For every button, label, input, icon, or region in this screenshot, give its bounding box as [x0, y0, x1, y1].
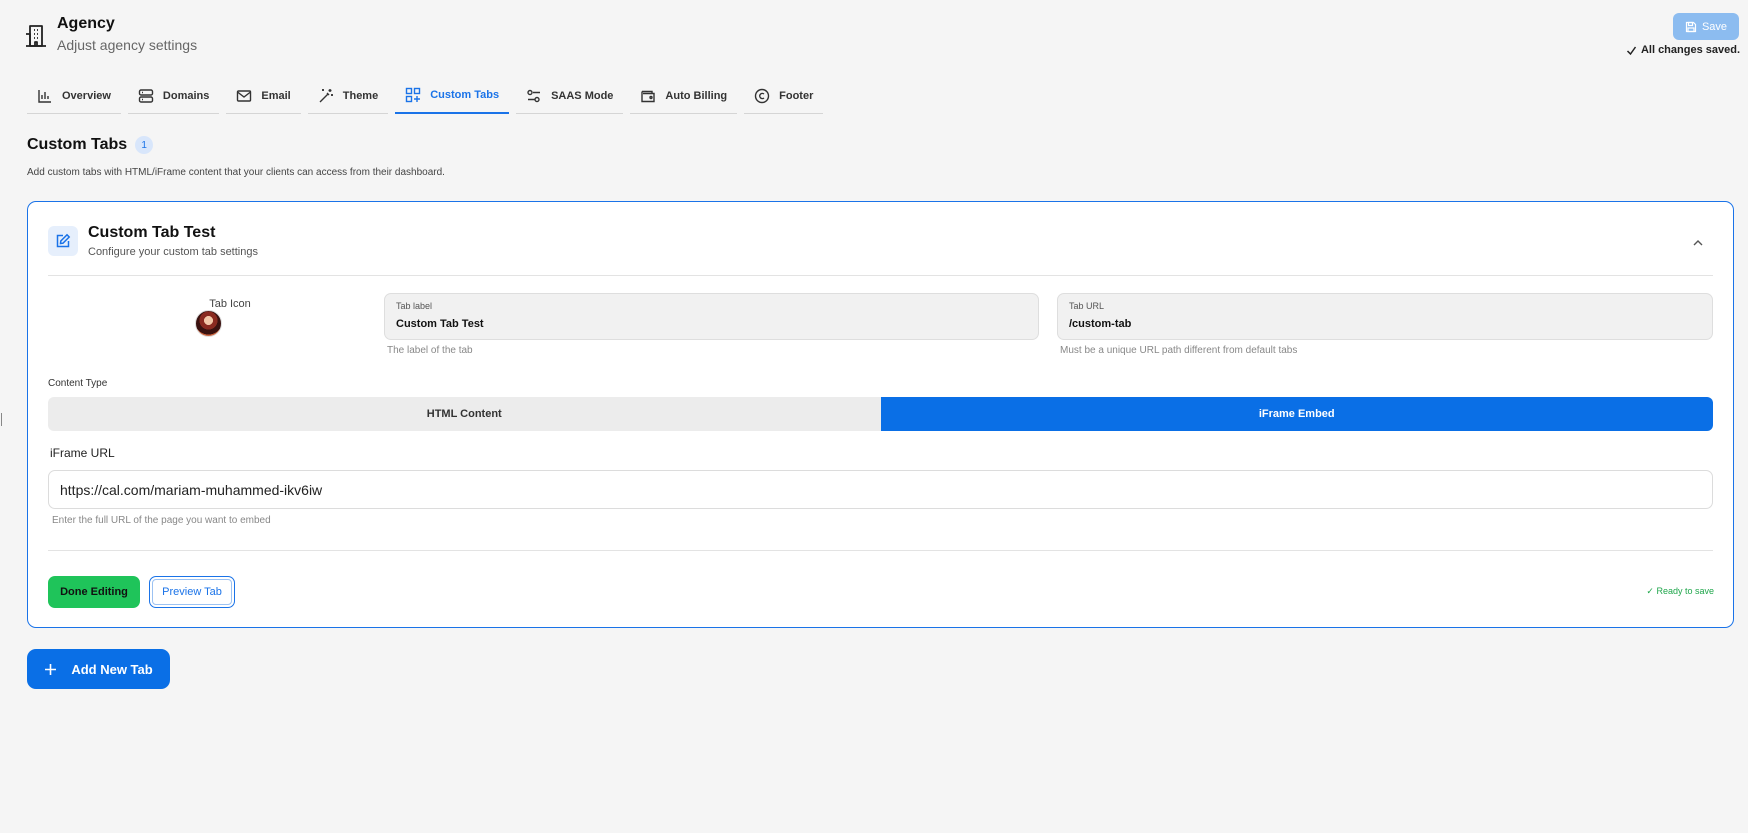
- tab-label: SAAS Mode: [551, 89, 614, 102]
- custom-tab-card: Custom Tab Test Configure your custom ta…: [27, 201, 1734, 628]
- settings-tabs: Overview Domains Email Theme Custom Tabs…: [27, 78, 824, 114]
- tab-custom-tabs[interactable]: Custom Tabs: [395, 78, 510, 114]
- iframe-url-helper: Enter the full URL of the page you want …: [52, 515, 271, 526]
- plus-icon: [44, 663, 57, 676]
- wallet-icon: [640, 88, 656, 104]
- content-type-selector: HTML Content iFrame Embed: [48, 397, 1713, 431]
- save-button[interactable]: Save: [1673, 13, 1739, 40]
- edit-icon: [48, 226, 78, 256]
- tab-icon-avatar[interactable]: [195, 310, 222, 337]
- iframe-url-label: iFrame URL: [50, 446, 115, 460]
- chevron-up-icon[interactable]: [1691, 236, 1705, 250]
- iframe-embed-option[interactable]: iFrame Embed: [880, 397, 1713, 431]
- tab-saas-mode[interactable]: SAAS Mode: [516, 78, 624, 114]
- tab-label: Overview: [62, 89, 111, 102]
- tab-label: Auto Billing: [665, 89, 728, 102]
- resize-handle[interactable]: [1, 413, 2, 426]
- save-button-label: Save: [1701, 20, 1728, 33]
- floppy-disk-icon: [1685, 21, 1697, 33]
- divider: [48, 275, 1713, 276]
- card-title: Custom Tab Test: [88, 224, 216, 241]
- tab-footer[interactable]: Footer: [744, 78, 824, 114]
- tab-label: Footer: [779, 89, 814, 102]
- tab-url-field[interactable]: Tab URL /custom-tab: [1057, 293, 1713, 340]
- bar-chart-icon: [37, 88, 53, 104]
- tab-domains[interactable]: Domains: [127, 78, 220, 114]
- page-subtitle: Adjust agency settings: [57, 37, 198, 53]
- add-new-tab-label: Add New Tab: [71, 661, 153, 677]
- card-subtitle: Configure your custom tab settings: [88, 246, 258, 258]
- check-icon: [1626, 45, 1637, 56]
- section-title: Custom Tabs 1: [27, 136, 154, 154]
- magic-wand-icon: [318, 88, 334, 104]
- add-new-tab-button[interactable]: Add New Tab: [27, 649, 170, 689]
- mail-icon: [236, 88, 252, 104]
- page-title: Agency: [57, 15, 115, 32]
- server-icon: [138, 88, 154, 104]
- tab-label: Domains: [162, 89, 210, 102]
- html-content-option[interactable]: HTML Content: [48, 397, 881, 431]
- tab-label-field-value: Custom Tab Test: [396, 318, 484, 330]
- save-status: All changes saved.: [1626, 44, 1740, 56]
- tab-label: Theme: [342, 89, 379, 102]
- tab-overview[interactable]: Overview: [27, 78, 121, 114]
- tab-auto-billing[interactable]: Auto Billing: [630, 78, 738, 114]
- content-type-label: Content Type: [48, 378, 108, 389]
- save-status-text: All changes saved.: [1640, 44, 1740, 56]
- tab-label: Custom Tabs: [430, 89, 500, 101]
- divider: [48, 550, 1713, 551]
- building-icon: [25, 24, 47, 48]
- count-badge: 1: [135, 136, 154, 154]
- section-title-text: Custom Tabs: [27, 136, 128, 153]
- tab-url-helper: Must be a unique URL path different from…: [1060, 345, 1298, 356]
- done-editing-button[interactable]: Done Editing: [48, 576, 140, 608]
- tab-theme[interactable]: Theme: [307, 78, 389, 114]
- copyright-icon: [754, 88, 770, 104]
- tab-label-field[interactable]: Tab label Custom Tab Test: [384, 293, 1039, 340]
- tab-icon-label: Tab Icon: [209, 298, 251, 310]
- section-description: Add custom tabs with HTML/iFrame content…: [27, 167, 445, 178]
- preview-tab-button[interactable]: Preview Tab: [149, 576, 235, 608]
- tab-label: Email: [261, 89, 291, 102]
- tab-label-field-label: Tab label: [396, 301, 433, 311]
- tab-url-field-value: /custom-tab: [1069, 318, 1132, 330]
- tab-label-helper: The label of the tab: [387, 345, 473, 356]
- layout-plus-icon: [405, 87, 421, 103]
- tab-url-field-label: Tab URL: [1069, 301, 1105, 311]
- tab-email[interactable]: Email: [226, 78, 301, 114]
- iframe-url-input[interactable]: [48, 470, 1713, 509]
- ready-status: ✓ Ready to save: [1646, 586, 1714, 596]
- sliders-icon: [526, 88, 542, 104]
